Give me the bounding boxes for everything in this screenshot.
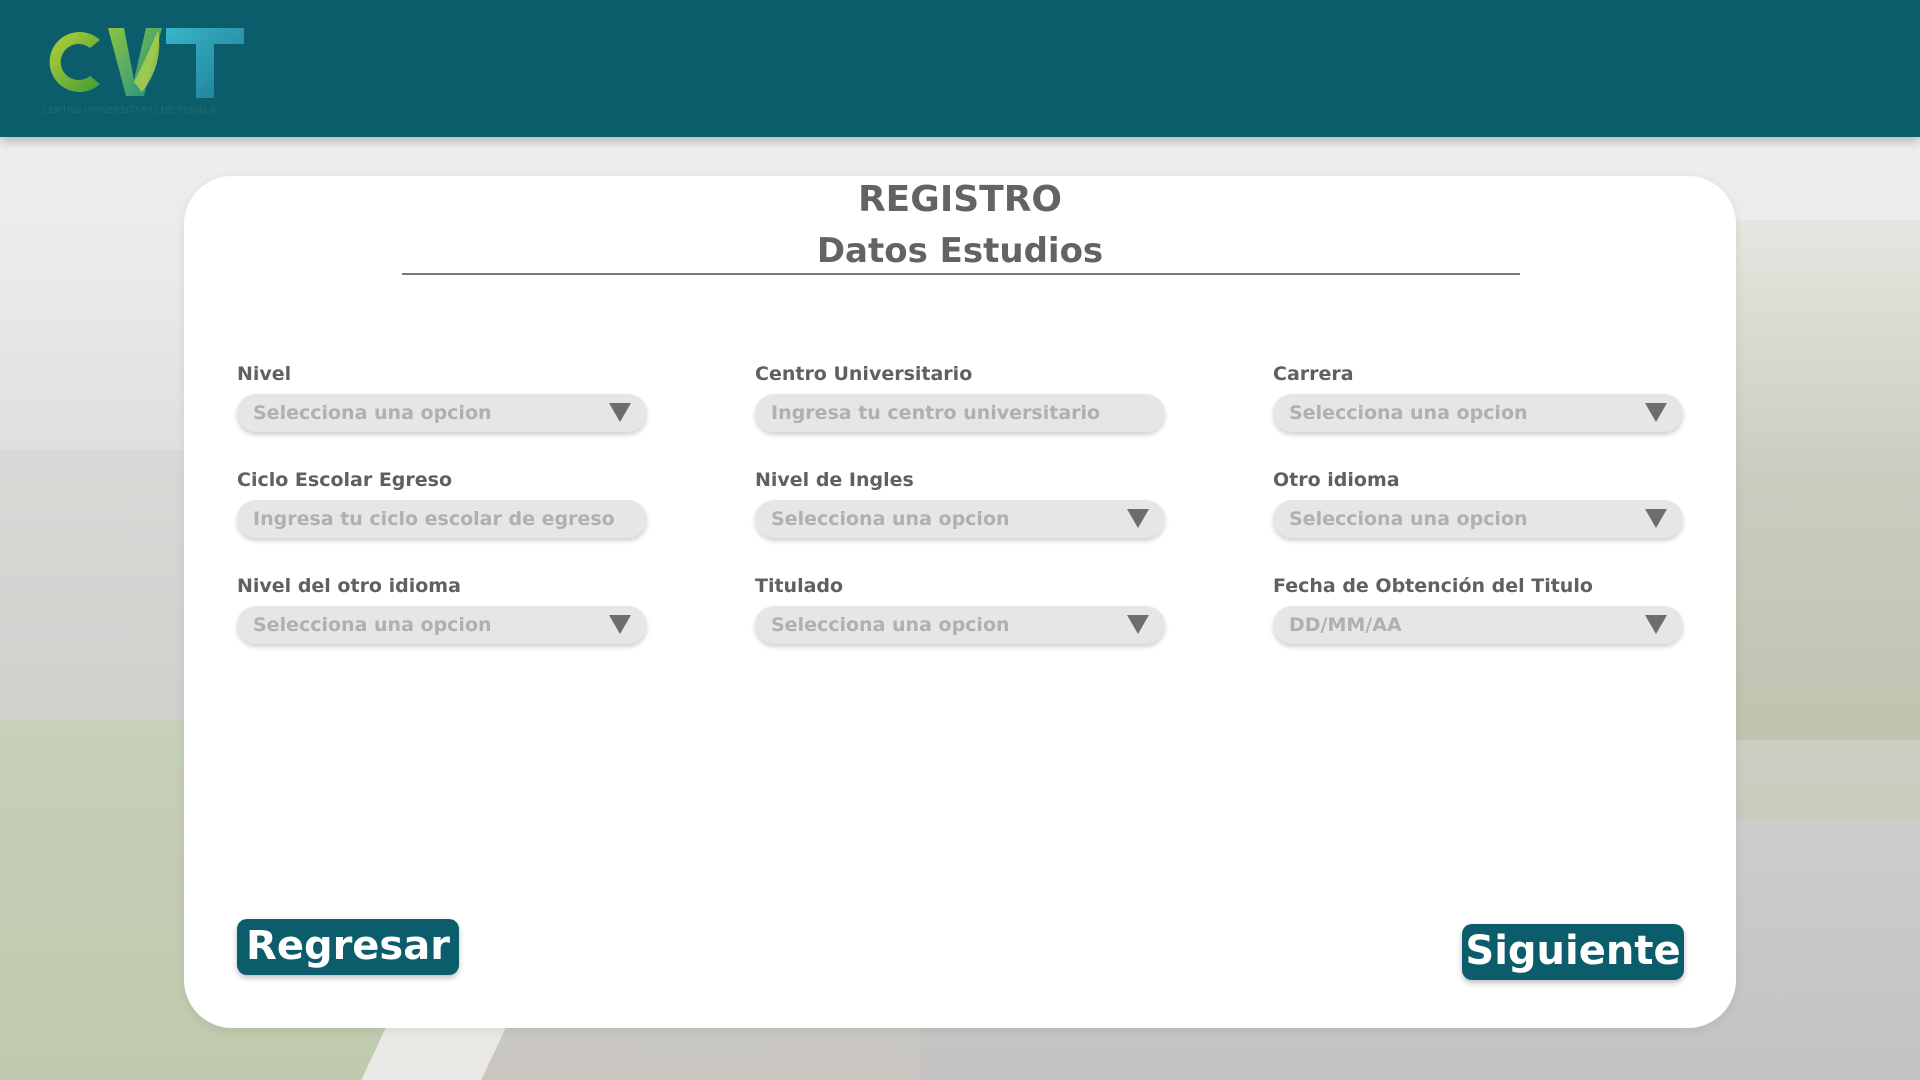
next-button[interactable]: Siguiente xyxy=(1462,924,1684,980)
dropdown-arrow-icon[interactable] xyxy=(1645,615,1667,634)
field-label: Fecha de Obtención del Titulo xyxy=(1273,575,1593,597)
select-placeholder: Selecciona una opcion xyxy=(253,402,492,424)
field-carrera: Carrera Selecciona una opcion xyxy=(1273,362,1685,432)
cut-logo-mark xyxy=(49,28,244,98)
logo-subtitle: CENTRO UNIVERSITARIO DE TONALÁ xyxy=(42,106,216,116)
nivel-ingles-select[interactable]: Selecciona una opcion xyxy=(755,500,1165,538)
field-label: Carrera xyxy=(1273,363,1354,385)
dropdown-arrow-icon[interactable] xyxy=(1127,615,1149,634)
titulado-select[interactable]: Selecciona una opcion xyxy=(755,606,1165,644)
dropdown-arrow-icon[interactable] xyxy=(609,403,631,422)
field-ciclo-escolar-egreso: Ciclo Escolar Egreso Ingresa tu ciclo es… xyxy=(237,468,649,538)
top-header-bar: CENTRO UNIVERSITARIO DE TONALÁ xyxy=(0,0,1920,137)
field-titulado: Titulado Selecciona una opcion xyxy=(755,574,1167,644)
nivel-select[interactable]: Selecciona una opcion xyxy=(237,394,647,432)
title-divider xyxy=(402,273,1520,275)
section-subtitle: Datos Estudios xyxy=(816,231,1104,271)
field-label: Ciclo Escolar Egreso xyxy=(237,469,453,491)
ciclo-escolar-input[interactable]: Ingresa tu ciclo escolar de egreso xyxy=(237,500,647,538)
field-nivel-otro-idioma: Nivel del otro idioma Selecciona una opc… xyxy=(237,574,649,644)
select-placeholder: Selecciona una opcion xyxy=(771,614,1010,636)
select-placeholder: Selecciona una opcion xyxy=(1289,402,1528,424)
field-fecha-obtencion-titulo: Fecha de Obtención del Titulo DD/MM/AA xyxy=(1273,574,1685,644)
select-placeholder: Selecciona una opcion xyxy=(1289,508,1528,530)
dropdown-arrow-icon[interactable] xyxy=(1645,403,1667,422)
date-placeholder: DD/MM/AA xyxy=(1289,614,1402,636)
input-placeholder: Ingresa tu ciclo escolar de egreso xyxy=(253,508,615,530)
field-label: Nivel del otro idioma xyxy=(237,575,461,597)
fecha-titulo-select[interactable]: DD/MM/AA xyxy=(1273,606,1683,644)
dropdown-arrow-icon[interactable] xyxy=(1127,509,1149,528)
select-placeholder: Selecciona una opcion xyxy=(253,614,492,636)
page-title: REGISTRO xyxy=(857,179,1063,220)
input-placeholder: Ingresa tu centro universitario xyxy=(771,402,1101,424)
field-label: Titulado xyxy=(755,575,844,597)
otro-idioma-select[interactable]: Selecciona una opcion xyxy=(1273,500,1683,538)
select-placeholder: Selecciona una opcion xyxy=(771,508,1010,530)
registration-card: REGISTRO Datos Estudios Nivel Selecciona… xyxy=(184,176,1736,1028)
field-label: Nivel xyxy=(237,363,292,385)
dropdown-arrow-icon[interactable] xyxy=(609,615,631,634)
centro-universitario-input[interactable]: Ingresa tu centro universitario xyxy=(755,394,1165,432)
field-nivel-ingles: Nivel de Ingles Selecciona una opcion xyxy=(755,468,1167,538)
field-label: Otro idioma xyxy=(1273,469,1400,491)
field-label: Nivel de Ingles xyxy=(755,469,914,491)
background-building xyxy=(0,450,200,730)
nivel-otro-idioma-select[interactable]: Selecciona una opcion xyxy=(237,606,647,644)
carrera-select[interactable]: Selecciona una opcion xyxy=(1273,394,1683,432)
cut-logo[interactable]: CENTRO UNIVERSITARIO DE TONALÁ xyxy=(38,20,248,116)
field-nivel: Nivel Selecciona una opcion xyxy=(237,362,649,432)
back-button[interactable]: Regresar xyxy=(237,919,459,975)
field-centro-universitario: Centro Universitario Ingresa tu centro u… xyxy=(755,362,1167,432)
field-label: Centro Universitario xyxy=(755,363,973,385)
field-otro-idioma: Otro idioma Selecciona una opcion xyxy=(1273,468,1685,538)
dropdown-arrow-icon[interactable] xyxy=(1645,509,1667,528)
